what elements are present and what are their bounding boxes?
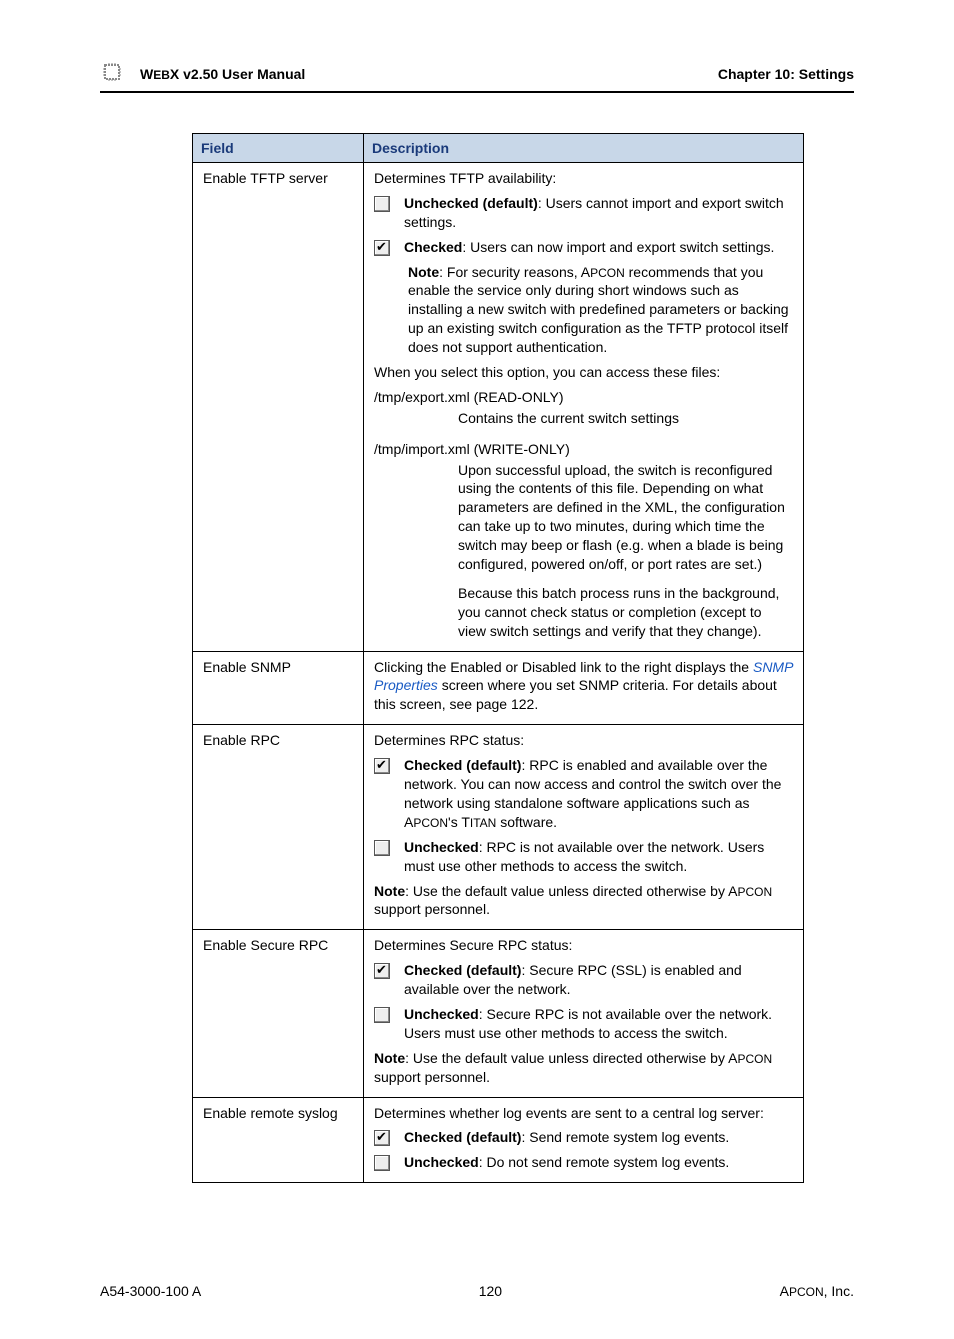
srpc-checked-bold: Checked (default) xyxy=(404,962,521,978)
rpc-note-t1: : Use the default value unless directed … xyxy=(405,883,737,899)
tftp-checked: Checked: Users can now import and export… xyxy=(404,238,793,257)
syslog-unchecked-text: : Do not send remote system log events. xyxy=(479,1154,730,1170)
desc-tftp: Determines TFTP availability: Unchecked … xyxy=(364,163,804,652)
tftp-checked-text: : Users can now import and export switch… xyxy=(462,239,774,255)
tftp-checked-bold: Checked xyxy=(404,239,462,255)
syslog-checked: Checked (default): Send remote system lo… xyxy=(404,1128,793,1147)
rpc-sc2: ITAN xyxy=(470,816,496,830)
page-footer: A54-3000-100 A 120 APCON, Inc. xyxy=(100,1283,854,1299)
srpc-unchecked: Unchecked: Secure RPC is not available o… xyxy=(404,1005,793,1043)
rpc-checked-bold: Checked (default) xyxy=(404,757,521,773)
tftp-note: Note: For security reasons, APCON recomm… xyxy=(408,263,793,357)
tftp-unchecked: Unchecked (default): Users cannot import… xyxy=(404,194,793,232)
tftp-note-sc: PCON xyxy=(590,266,625,280)
syslog-unchecked: Unchecked: Do not send remote system log… xyxy=(404,1153,793,1172)
footer-pagenum: 120 xyxy=(479,1283,502,1299)
tftp-intro: Determines TFTP availability: xyxy=(374,169,793,188)
tftp-access-line: When you select this option, you can acc… xyxy=(374,363,793,382)
doc-title-w: W xyxy=(140,66,153,82)
col-description: Description xyxy=(364,134,804,163)
rpc-sc1: PCON xyxy=(413,816,448,830)
checkbox-checked-icon xyxy=(374,758,390,774)
footer-company: APCON, Inc. xyxy=(780,1283,854,1299)
rpc-unchecked-bold: Unchecked xyxy=(404,839,479,855)
syslog-intro: Determines whether log events are sent t… xyxy=(374,1104,793,1123)
checkbox-checked-icon xyxy=(374,963,390,979)
rpc-checked: Checked (default): RPC is enabled and av… xyxy=(404,756,793,832)
doc-title: WEBX v2.50 User Manual xyxy=(140,66,718,82)
desc-srpc: Determines Secure RPC status: Checked (d… xyxy=(364,930,804,1097)
page-header: WEBX v2.50 User Manual Chapter 10: Setti… xyxy=(100,60,854,93)
srpc-note: Note: Use the default value unless direc… xyxy=(374,1049,793,1087)
footer-r1: A xyxy=(780,1283,789,1299)
doc-title-rest: X v2.50 User Manual xyxy=(170,66,305,82)
srpc-note-t2: support personnel. xyxy=(374,1069,490,1085)
srpc-note-t1: : Use the default value unless directed … xyxy=(405,1050,737,1066)
tftp-unchecked-bold: Unchecked (default) xyxy=(404,195,538,211)
rpc-note-bold: Note xyxy=(374,883,405,899)
rpc-note: Note: Use the default value unless direc… xyxy=(374,882,793,920)
rpc-intro: Determines RPC status: xyxy=(374,731,793,750)
field-syslog: Enable remote syslog xyxy=(193,1097,364,1183)
table-row: Enable remote syslog Determines whether … xyxy=(193,1097,804,1183)
field-rpc: Enable RPC xyxy=(193,725,364,930)
field-tftp: Enable TFTP server xyxy=(193,163,364,652)
rpc-unchecked: Unchecked: RPC is not available over the… xyxy=(404,838,793,876)
checkbox-unchecked-icon xyxy=(374,1155,390,1171)
rpc-note-t2: support personnel. xyxy=(374,901,490,917)
srpc-intro: Determines Secure RPC status: xyxy=(374,936,793,955)
tftp-import-path: /tmp/import.xml (WRITE-ONLY) xyxy=(374,440,793,459)
settings-table: Field Description Enable TFTP server Det… xyxy=(192,133,804,1183)
desc-rpc: Determines RPC status: Checked (default)… xyxy=(364,725,804,930)
checkbox-checked-icon xyxy=(374,240,390,256)
desc-snmp: Clicking the Enabled or Disabled link to… xyxy=(364,651,804,725)
srpc-note-bold: Note xyxy=(374,1050,405,1066)
rpc-checked-t2: 's T xyxy=(448,814,470,830)
doc-title-eb: EB xyxy=(153,68,170,82)
syslog-checked-bold: Checked (default) xyxy=(404,1129,521,1145)
tftp-note-bold: Note xyxy=(408,264,439,280)
checkbox-unchecked-icon xyxy=(374,1007,390,1023)
chip-icon xyxy=(100,60,124,87)
checkbox-unchecked-icon xyxy=(374,840,390,856)
syslog-unchecked-bold: Unchecked xyxy=(404,1154,479,1170)
footer-rsc: PCON xyxy=(789,1285,824,1299)
tftp-export-desc: Contains the current switch settings xyxy=(458,409,793,428)
table-row: Enable TFTP server Determines TFTP avail… xyxy=(193,163,804,652)
footer-r2: , Inc. xyxy=(824,1283,854,1299)
checkbox-checked-icon xyxy=(374,1130,390,1146)
field-srpc: Enable Secure RPC xyxy=(193,930,364,1097)
table-header-row: Field Description xyxy=(193,134,804,163)
srpc-unchecked-bold: Unchecked xyxy=(404,1006,479,1022)
col-field: Field xyxy=(193,134,364,163)
checkbox-unchecked-icon xyxy=(374,196,390,212)
table-row: Enable RPC Determines RPC status: Checke… xyxy=(193,725,804,930)
rpc-note-sc: PCON xyxy=(737,885,772,899)
chapter-title: Chapter 10: Settings xyxy=(718,66,854,82)
srpc-note-sc: PCON xyxy=(737,1052,772,1066)
field-snmp: Enable SNMP xyxy=(193,651,364,725)
snmp-t1: Clicking the Enabled or Disabled link to… xyxy=(374,659,753,675)
tftp-note-t1: : For security reasons, A xyxy=(439,264,590,280)
footer-docnum: A54-3000-100 A xyxy=(100,1283,201,1299)
syslog-checked-text: : Send remote system log events. xyxy=(521,1129,729,1145)
tftp-import-desc2: Because this batch process runs in the b… xyxy=(458,584,793,641)
tftp-export-path: /tmp/export.xml (READ-ONLY) xyxy=(374,388,793,407)
table-row: Enable Secure RPC Determines Secure RPC … xyxy=(193,930,804,1097)
srpc-checked: Checked (default): Secure RPC (SSL) is e… xyxy=(404,961,793,999)
tftp-import-desc: Upon successful upload, the switch is re… xyxy=(458,461,793,574)
desc-syslog: Determines whether log events are sent t… xyxy=(364,1097,804,1183)
table-row: Enable SNMP Clicking the Enabled or Disa… xyxy=(193,651,804,725)
rpc-checked-t3: software. xyxy=(496,814,557,830)
